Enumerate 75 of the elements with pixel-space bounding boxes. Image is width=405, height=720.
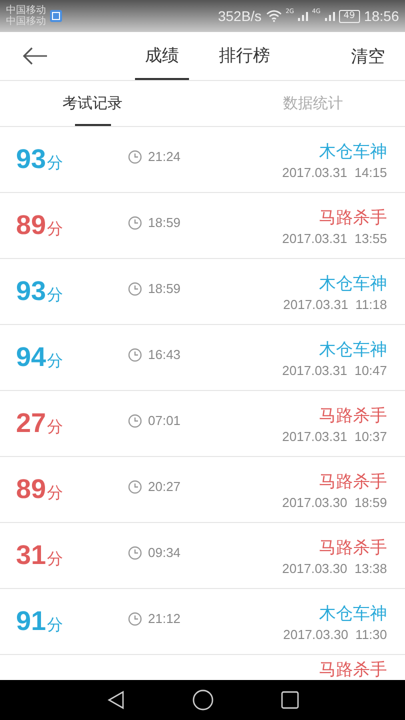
exam-date: 2017.03.31 10:37 (282, 428, 387, 444)
rank-title: 木仓车神 (319, 140, 387, 162)
exam-date: 2017.03.30 13:38 (282, 560, 387, 576)
rank-title: 马路杀手 (319, 470, 387, 492)
rank-title: 马路杀手 (319, 659, 387, 680)
rank-title: 木仓车神 (319, 602, 387, 624)
rank-title: 马路杀手 (319, 206, 387, 228)
score: 93 (16, 144, 46, 175)
exam-date: 2017.03.30 11:30 (283, 626, 387, 642)
score-unit: 分 (47, 483, 64, 504)
record-row[interactable]: 31分 09:34 马路杀手 2017.03.30 13:38 (0, 523, 405, 589)
wifi-icon (266, 10, 282, 22)
clock-icon (128, 414, 142, 428)
clock-icon (128, 546, 142, 560)
record-row[interactable]: 91分 21:12 木仓车神 2017.03.30 11:30 (0, 589, 405, 655)
record-row[interactable]: 89分 20:27 马路杀手 2017.03.30 18:59 (0, 457, 405, 523)
duration: 20:27 (148, 479, 181, 494)
network-speed: 352B/s (218, 8, 262, 24)
rank-title: 木仓车神 (319, 272, 387, 294)
record-row[interactable]: 93分 18:59 木仓车神 2017.03.31 11:18 (0, 259, 405, 325)
score-unit: 分 (47, 153, 64, 174)
recents-nav-icon[interactable] (280, 690, 300, 710)
score-unit: 分 (47, 219, 64, 240)
duration: 16:43 (148, 347, 181, 362)
sub-tab[interactable]: 考试记录 (0, 81, 220, 126)
clock-icon (128, 216, 142, 230)
header-tab[interactable]: 成绩 (135, 32, 189, 80)
duration: 09:34 (148, 545, 181, 560)
record-row[interactable]: 89分 18:59 马路杀手 2017.03.31 13:55 (0, 193, 405, 259)
clock-icon (128, 480, 142, 494)
record-row[interactable]: 93分 21:24 木仓车神 2017.03.31 14:15 (0, 127, 405, 193)
signal-icon (324, 11, 334, 21)
score: 89 (16, 210, 46, 241)
clock-icon (128, 150, 142, 164)
back-arrow-icon (22, 47, 48, 65)
exam-date: 2017.03.31 10:47 (282, 362, 387, 378)
score-unit: 分 (47, 549, 64, 570)
clear-button[interactable]: 清空 (341, 32, 405, 80)
rank-title: 马路杀手 (319, 404, 387, 426)
exam-date: 2017.03.31 14:15 (282, 164, 387, 180)
score-unit: 分 (47, 351, 64, 372)
battery-level: 49 (338, 10, 360, 22)
score-unit: 分 (47, 615, 64, 636)
carrier-name: 中国移动 (6, 5, 46, 16)
rank-title: 马路杀手 (319, 536, 387, 558)
gallery-icon (50, 10, 62, 22)
carrier-name: 中国移动 (6, 16, 46, 27)
clock-icon (128, 282, 142, 296)
record-row[interactable]: 94分 16:43 木仓车神 2017.03.31 10:47 (0, 325, 405, 391)
exam-date: 2017.03.31 11:18 (283, 296, 387, 312)
record-row[interactable]: 27分 07:01 马路杀手 2017.03.31 10:37 (0, 391, 405, 457)
home-nav-icon[interactable] (192, 689, 214, 711)
score: 91 (16, 606, 46, 637)
back-nav-icon[interactable] (106, 690, 126, 710)
score: 89 (16, 474, 46, 505)
score: 27 (16, 408, 46, 439)
score: 94 (16, 342, 46, 373)
duration: 21:12 (148, 611, 181, 626)
rank-title: 木仓车神 (319, 338, 387, 360)
duration: 21:24 (148, 149, 181, 164)
duration: 07:01 (148, 413, 181, 428)
clock: 18:56 (364, 8, 399, 24)
duration: 18:59 (148, 281, 181, 296)
score: 31 (16, 540, 46, 571)
clock-icon (128, 348, 142, 362)
score-unit: 分 (47, 417, 64, 438)
clock-icon (128, 612, 142, 626)
score: 93 (16, 276, 46, 307)
signal-icon (298, 11, 308, 21)
header-tab[interactable]: 排行榜 (209, 32, 280, 80)
exam-date: 2017.03.31 13:55 (282, 230, 387, 246)
score-unit: 分 (47, 285, 64, 306)
duration: 18:59 (148, 215, 181, 230)
exam-date: 2017.03.30 18:59 (282, 494, 387, 510)
sub-tab[interactable]: 数据统计 (220, 81, 405, 126)
